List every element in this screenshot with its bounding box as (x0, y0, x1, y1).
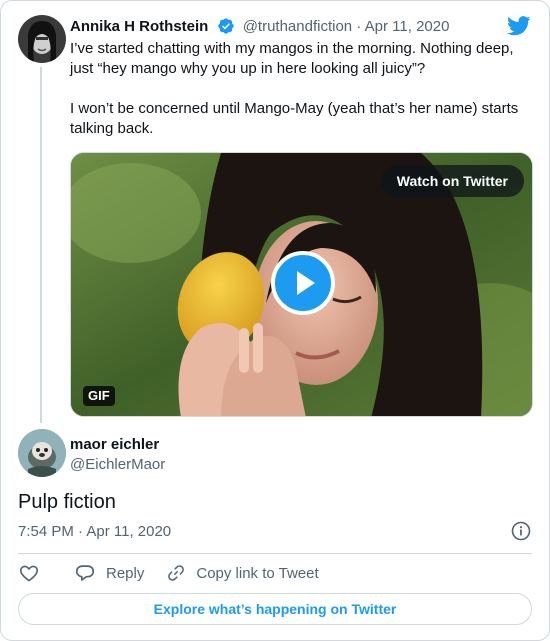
tweet-text-paragraph-2: I won’t be concerned until Mango-May (ye… (70, 100, 519, 137)
gif-media[interactable]: Watch on Twitter GIF (70, 152, 533, 417)
gif-badge: GIF (83, 386, 115, 406)
play-icon (297, 271, 315, 295)
copy-link-button[interactable]: Copy link to Tweet (166, 563, 319, 583)
tweet-embed-card: Annika H Rothstein @truthandfiction · Ap… (0, 0, 550, 641)
tweet-text-paragraph-1: I’ve started chatting with my mangos in … (70, 40, 514, 77)
reply-timestamp[interactable]: 7:54 PM · Apr 11, 2020 (18, 522, 171, 542)
heart-icon (19, 565, 39, 582)
author-name[interactable]: Annika H Rothstein (70, 18, 208, 35)
reply-button[interactable]: Reply (74, 562, 144, 584)
link-icon (168, 565, 185, 581)
reply-icon (75, 565, 95, 581)
reply-label: Reply (106, 564, 145, 582)
author-handle[interactable]: @truthandfiction (243, 18, 352, 35)
author-avatar[interactable] (18, 15, 66, 63)
tweet-header: Annika H Rothstein @truthandfiction · Ap… (70, 17, 499, 41)
tweet-text: I’ve started chatting with my mangos in … (70, 39, 530, 139)
verified-badge-icon (217, 17, 235, 41)
twitter-bird-icon[interactable] (507, 16, 531, 41)
info-icon[interactable] (511, 521, 531, 546)
watch-on-twitter-button[interactable]: Watch on Twitter (380, 165, 524, 197)
divider (18, 553, 532, 554)
header-separator: · (356, 18, 362, 35)
explore-twitter-button[interactable]: Explore what’s happening on Twitter (18, 593, 532, 625)
play-button[interactable] (271, 251, 335, 315)
reply-text: Pulp fiction (18, 491, 116, 513)
reply-author-handle[interactable]: @EichlerMaor (70, 455, 165, 475)
reply-author-name[interactable]: maor eichler (70, 435, 159, 455)
copy-link-label: Copy link to Tweet (196, 564, 319, 582)
reply-author-avatar[interactable] (18, 429, 66, 477)
action-bar: Reply Copy link to Tweet (18, 562, 319, 584)
tweet-date[interactable]: Apr 11, 2020 (365, 18, 450, 35)
like-button[interactable] (18, 562, 40, 584)
thread-connector-line (40, 67, 42, 423)
